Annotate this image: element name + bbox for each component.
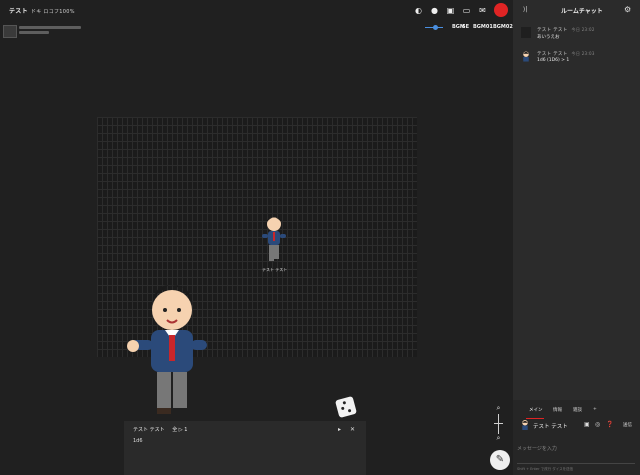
avatar <box>521 27 531 38</box>
chat-sidebar: ⟩| ルームチャット ⚙ テスト テスト 今日 23:02 あいうえお テスト テ… <box>513 0 640 475</box>
zoom-level-tick[interactable] <box>494 423 503 424</box>
gear-icon[interactable]: ⚙ <box>624 5 631 14</box>
board-piece-label: テスト テスト <box>262 267 288 272</box>
palette-header: テスト テスト 全 ▷ 1 <box>133 426 187 433</box>
chat-message-text: 1d6 (1D6) > 1 <box>537 58 570 63</box>
palette-speaker: テスト テスト <box>133 427 165 433</box>
chat-input-panel: メイン 情報 雑談 + テスト テスト ▣ ◎ ❓ 送信 Shift + Ent… <box>513 400 640 475</box>
tab-chat[interactable]: 雑談 <box>573 407 582 413</box>
chat-message-text: あいうえお <box>537 35 560 40</box>
dice-icon[interactable]: ◐ <box>414 6 423 15</box>
sidebar-title: ルームチャット <box>561 8 603 15</box>
chat-message: テスト テスト 今日 23:03 1d6 (1D6) > 1 <box>513 48 640 70</box>
board-piece-character[interactable] <box>259 214 289 266</box>
image-icon[interactable]: ▣ <box>584 421 590 428</box>
user-avatar-icon[interactable] <box>3 25 17 38</box>
input-hint: Shift + Enter で改行 ダイスを送信 <box>517 467 574 471</box>
bgm02-button[interactable]: BGM02 <box>493 24 513 30</box>
message-input[interactable] <box>517 435 635 463</box>
volume-icon[interactable]: ● <box>430 6 439 15</box>
send-button[interactable]: 送信 <box>623 422 632 428</box>
chat-palette-window[interactable]: テスト テスト 全 ▷ 1 ▸ ✕ 1d6 <box>124 421 366 475</box>
stand-character <box>127 285 207 414</box>
sidebar-header: ⟩| ルームチャット ⚙ <box>513 0 640 20</box>
zoom-in-icon[interactable]: ⌕ <box>494 404 503 413</box>
chat-tabs: メイン 情報 雑談 + <box>513 404 640 419</box>
tab-add[interactable]: + <box>593 407 597 412</box>
close-icon[interactable]: ✕ <box>350 426 355 433</box>
record-button[interactable] <box>494 3 508 17</box>
minimize-icon[interactable]: ▸ <box>338 426 341 433</box>
speaker-avatar[interactable] <box>520 420 530 430</box>
mail-icon[interactable]: ✉ <box>478 6 487 15</box>
input-underline <box>517 463 635 464</box>
zoom-out-icon[interactable]: ⌕ <box>494 434 503 443</box>
speaker-name[interactable]: テスト テスト <box>533 422 568 430</box>
se-label[interactable]: SE <box>462 24 469 30</box>
tab-info[interactable]: 情報 <box>553 407 562 413</box>
zoom-rail[interactable] <box>498 414 499 434</box>
dice-icon[interactable]: ◎ <box>595 421 600 428</box>
top-bar: テスト ドキ ロコフ100% ◐ ● ▣ ▭ ✉ <box>0 0 513 20</box>
member-name <box>19 26 81 29</box>
bgm01-button[interactable]: BGM01 <box>473 24 493 30</box>
palette-target[interactable]: 全 ▷ 1 <box>172 427 187 433</box>
pen-icon[interactable]: ✎ <box>490 450 510 470</box>
screen-icon[interactable]: ▭ <box>462 6 471 15</box>
member-status <box>19 31 49 34</box>
volume-knob[interactable] <box>433 25 438 30</box>
member-info <box>19 26 81 36</box>
avatar <box>523 51 529 62</box>
room-caption: ドキ ロコフ100% <box>30 9 75 15</box>
tab-underline <box>526 418 544 419</box>
image-icon[interactable]: ▣ <box>446 6 455 15</box>
chat-message: テスト テスト 今日 23:02 あいうえお <box>513 24 640 46</box>
dice-object[interactable] <box>334 395 358 419</box>
tab-main[interactable]: メイン <box>529 407 543 413</box>
palette-command-line[interactable]: 1d6 <box>133 438 143 444</box>
help-icon[interactable]: ❓ <box>606 421 613 428</box>
collapse-icon[interactable]: ⟩| <box>523 6 527 13</box>
room-title: テスト ドキ ロコフ100% <box>9 8 75 15</box>
